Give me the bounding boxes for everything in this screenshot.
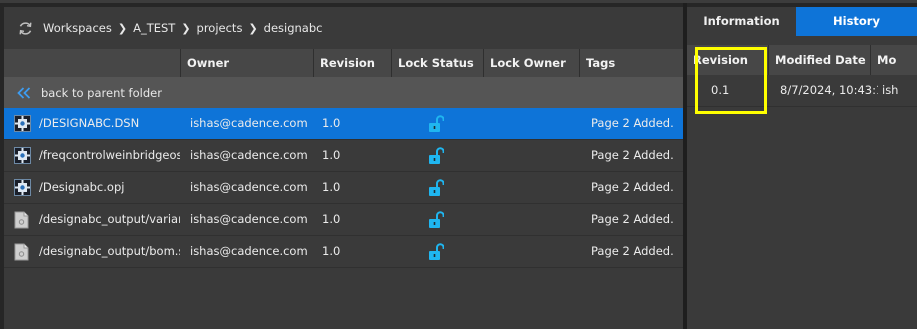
file-name: /designabc_output/bom.sch. bbox=[39, 244, 180, 258]
file-grid-header: Owner Revision Lock Status Lock Owner Ta… bbox=[4, 49, 683, 77]
details-tabs: Information History bbox=[687, 7, 917, 36]
unlocked-icon[interactable] bbox=[428, 204, 448, 235]
file-revision: 1.0 bbox=[322, 148, 341, 162]
unlocked-icon[interactable] bbox=[428, 236, 448, 267]
chevron-right-icon: ❯ bbox=[181, 21, 191, 35]
file-revision: 1.0 bbox=[322, 116, 341, 130]
file-revision: 1.0 bbox=[322, 212, 341, 226]
tab-information[interactable]: Information bbox=[687, 7, 796, 36]
breadcrumb-item-workspaces[interactable]: Workspaces bbox=[43, 21, 112, 35]
unlocked-icon[interactable] bbox=[428, 172, 448, 203]
design-file-icon bbox=[14, 140, 32, 171]
file-list: /DESIGNABC.DSN ishas@cadence.com 1.0 Page 2… bbox=[4, 108, 683, 268]
file-tags: Page 2 Added. bbox=[591, 212, 674, 226]
design-file-icon bbox=[14, 108, 32, 139]
file-row[interactable]: /DESIGNABC.DSN ishas@cadence.com 1.0 Page 2… bbox=[4, 108, 683, 140]
file-owner: ishas@cadence.com bbox=[190, 148, 308, 162]
breadcrumb: Workspaces ❯ A_TEST ❯ projects ❯ designa… bbox=[4, 7, 683, 49]
column-header-name[interactable] bbox=[4, 49, 180, 77]
file-name: /Designabc.opj bbox=[39, 180, 125, 194]
file-tags: Page 2 Added. bbox=[591, 244, 674, 258]
column-header-modified-date[interactable]: Modified Date bbox=[768, 45, 870, 75]
back-to-parent-label: back to parent folder bbox=[41, 85, 162, 100]
breadcrumb-item-a-test[interactable]: A_TEST bbox=[133, 21, 175, 35]
annotation-highlight-box bbox=[695, 47, 767, 114]
file-name: /freqcontrolweinbridgeosc.d bbox=[39, 148, 180, 162]
file-browser-pane: Workspaces ❯ A_TEST ❯ projects ❯ designa… bbox=[4, 7, 683, 329]
file-lock-owner bbox=[486, 172, 576, 203]
file-owner: ishas@cadence.com bbox=[190, 180, 308, 194]
column-header-tags[interactable]: Tags bbox=[579, 49, 683, 77]
generic-file-icon bbox=[14, 236, 32, 267]
file-owner: ishas@cadence.com bbox=[190, 116, 308, 130]
file-revision: 1.0 bbox=[322, 180, 341, 194]
file-tags: Page 2 Added. bbox=[591, 148, 674, 162]
generic-file-icon bbox=[14, 204, 32, 235]
column-header-modified-by[interactable]: Mo bbox=[870, 45, 917, 75]
column-header-lock-owner[interactable]: Lock Owner bbox=[483, 49, 579, 77]
refresh-icon[interactable] bbox=[17, 20, 33, 36]
file-lock-owner bbox=[486, 140, 576, 171]
history-modified-date-value: 8/7/2024, 10:43:13 bbox=[780, 83, 878, 97]
file-row[interactable]: /Designabc.opj ishas@cadence.com 1.0 Page 2… bbox=[4, 172, 683, 204]
file-name: /DESIGNABC.DSN bbox=[39, 116, 140, 130]
file-lock-owner bbox=[486, 236, 576, 267]
file-revision: 1.0 bbox=[322, 244, 341, 258]
unlocked-icon[interactable] bbox=[428, 108, 448, 139]
chevron-right-icon: ❯ bbox=[248, 21, 258, 35]
file-tags: Page 2 Added. bbox=[591, 116, 674, 130]
file-row[interactable]: /designabc_output/bom.sch. ishas@cadence.… bbox=[4, 236, 683, 268]
file-lock-owner bbox=[486, 108, 576, 139]
design-file-icon bbox=[14, 172, 32, 203]
file-tags: Page 2 Added. bbox=[591, 180, 674, 194]
back-to-parent-row[interactable]: back to parent folder bbox=[4, 77, 683, 108]
file-owner: ishas@cadence.com bbox=[190, 244, 308, 258]
column-header-lock-status[interactable]: Lock Status bbox=[391, 49, 483, 77]
unlocked-icon[interactable] bbox=[428, 140, 448, 171]
file-row[interactable]: /freqcontrolweinbridgeosc.d ishas@cadence… bbox=[4, 140, 683, 172]
column-header-revision[interactable]: Revision bbox=[313, 49, 391, 77]
history-modified-by-value: ish bbox=[882, 83, 899, 97]
breadcrumb-item-designabc[interactable]: designabc bbox=[264, 21, 323, 35]
breadcrumb-item-projects[interactable]: projects bbox=[197, 21, 243, 35]
file-name: /designabc_output/variant.t bbox=[39, 212, 180, 226]
tab-history[interactable]: History bbox=[796, 7, 917, 36]
double-chevron-left-icon bbox=[17, 86, 33, 99]
chevron-right-icon: ❯ bbox=[117, 21, 128, 35]
file-lock-owner bbox=[486, 204, 576, 235]
file-owner: ishas@cadence.com bbox=[190, 212, 308, 226]
column-header-owner[interactable]: Owner bbox=[180, 49, 313, 77]
file-row[interactable]: /designabc_output/variant.t ishas@cadence… bbox=[4, 204, 683, 236]
